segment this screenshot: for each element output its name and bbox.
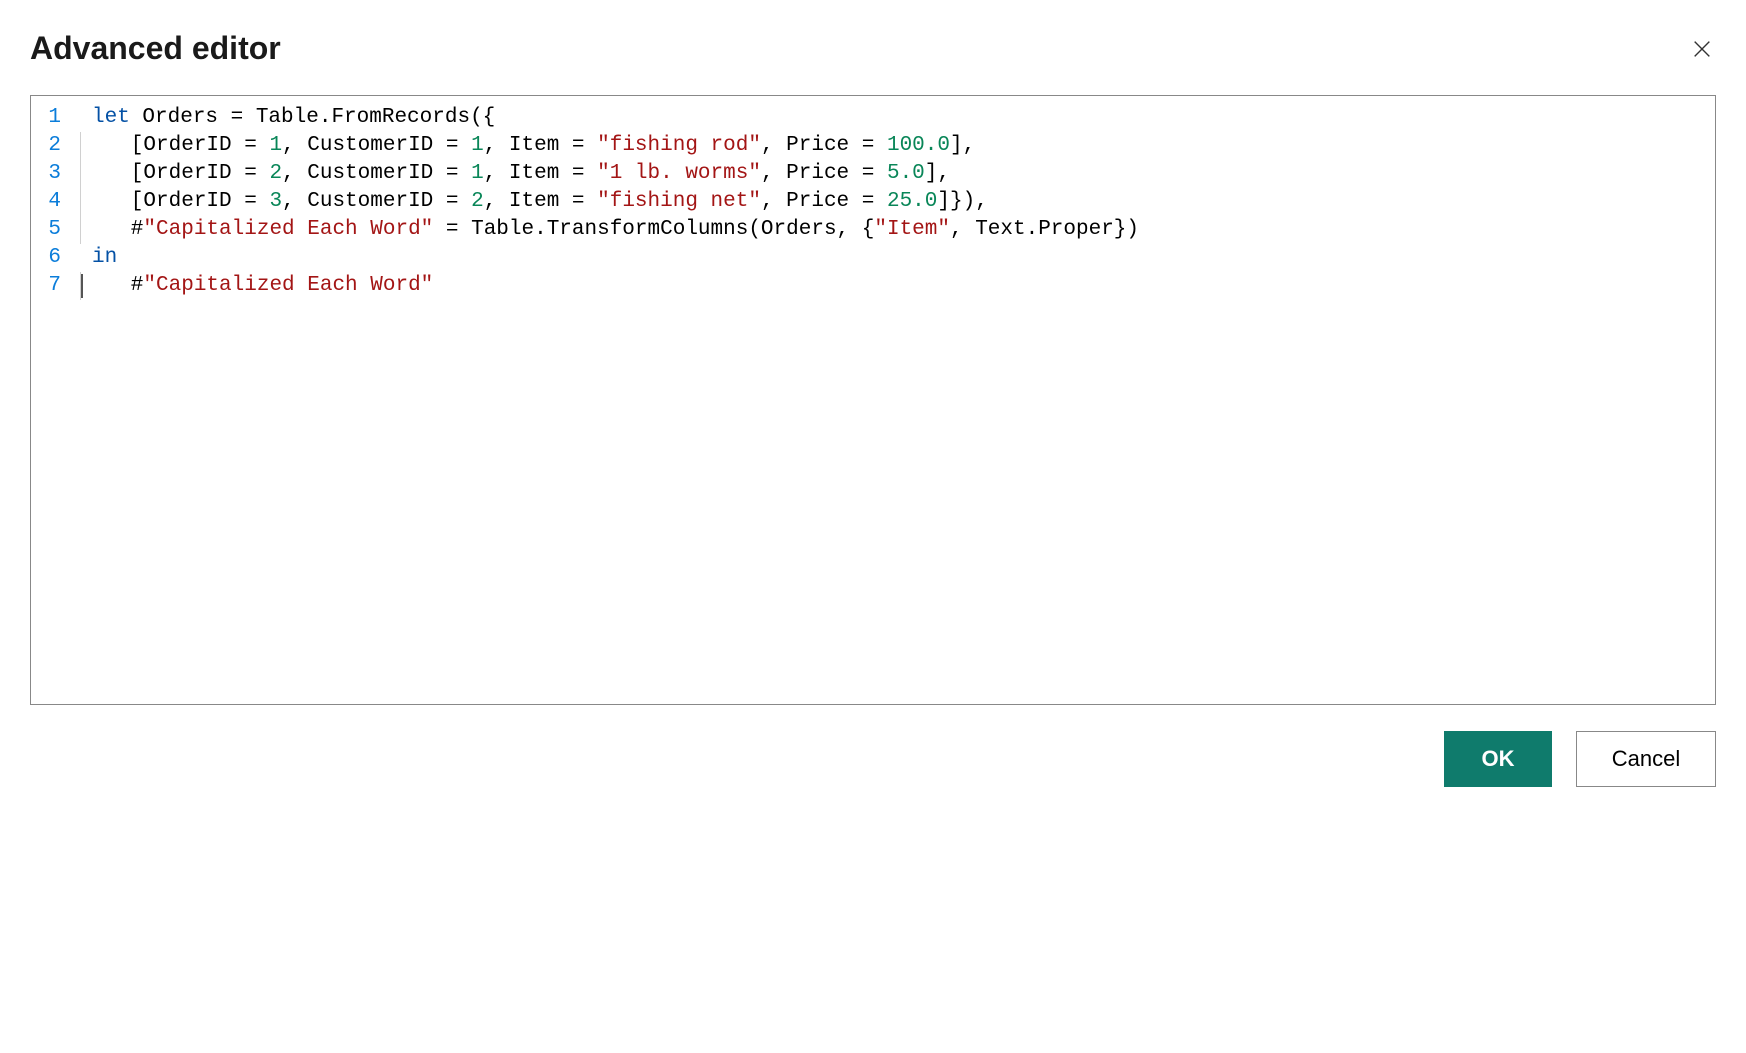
code-line[interactable]: 4 [OrderID = 3, CustomerID = 2, Item = "…: [31, 188, 1715, 216]
code-line[interactable]: 1let Orders = Table.FromRecords({: [31, 104, 1715, 132]
code-line[interactable]: 7 #"Capitalized Each Word": [31, 272, 1715, 300]
code-line[interactable]: 3 [OrderID = 2, CustomerID = 1, Item = "…: [31, 160, 1715, 188]
line-number: 6: [31, 244, 79, 272]
line-number: 1: [31, 104, 79, 132]
code-line[interactable]: 5 #"Capitalized Each Word" = Table.Trans…: [31, 216, 1715, 244]
code-content[interactable]: #"Capitalized Each Word": [81, 272, 1715, 300]
code-content[interactable]: let Orders = Table.FromRecords({: [79, 104, 1715, 132]
code-content[interactable]: [OrderID = 3, CustomerID = 2, Item = "fi…: [81, 188, 1715, 216]
code-line[interactable]: 6in: [31, 244, 1715, 272]
code-content[interactable]: #"Capitalized Each Word" = Table.Transfo…: [81, 216, 1715, 244]
line-number: 4: [31, 188, 79, 216]
line-number: 3: [31, 160, 79, 188]
line-number: 7: [31, 272, 79, 300]
dialog-header: Advanced editor: [30, 30, 1716, 67]
cancel-button[interactable]: Cancel: [1576, 731, 1716, 787]
code-editor[interactable]: 1let Orders = Table.FromRecords({2 [Orde…: [30, 95, 1716, 705]
dialog-title: Advanced editor: [30, 30, 281, 67]
code-content[interactable]: [OrderID = 1, CustomerID = 1, Item = "fi…: [81, 132, 1715, 160]
code-line[interactable]: 2 [OrderID = 1, CustomerID = 1, Item = "…: [31, 132, 1715, 160]
code-content[interactable]: [OrderID = 2, CustomerID = 1, Item = "1 …: [81, 160, 1715, 188]
code-content[interactable]: in: [79, 244, 1715, 272]
dialog-footer: OK Cancel: [30, 731, 1716, 787]
line-number: 5: [31, 216, 79, 244]
close-icon: [1691, 38, 1713, 60]
line-number: 2: [31, 132, 79, 160]
ok-button[interactable]: OK: [1444, 731, 1552, 787]
close-button[interactable]: [1688, 35, 1716, 63]
